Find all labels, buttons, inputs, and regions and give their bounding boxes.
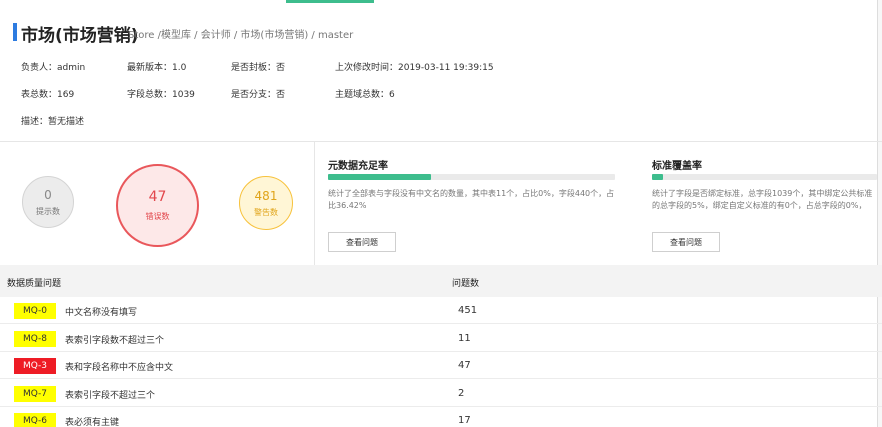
issue-description: 表必须有主键 — [65, 418, 120, 427]
owner-info: 负责人：admin — [21, 63, 86, 73]
last-modified-info: 上次修改时间：2019-03-11 19:39:15 — [335, 63, 494, 73]
standard-coverage-title: 标准覆盖率 — [652, 161, 702, 172]
hint-count: 0 — [44, 187, 52, 202]
metadata-sufficiency-bar — [328, 174, 615, 180]
issue-description: 表和字段名称中不应含中文 — [65, 363, 174, 373]
issue-count: 451 — [458, 305, 478, 316]
issue-code-badge: MQ-3 — [14, 358, 56, 374]
page-title: 市场(市场营销) — [21, 26, 139, 46]
issue-description: 表索引字段数不超过三个 — [65, 335, 165, 346]
hint-label: 提示数 — [36, 206, 60, 216]
latest-version-info: 最新版本：1.0 — [127, 63, 187, 73]
error-count-circle: 47 错误数 — [116, 164, 199, 247]
issue-count: 11 — [458, 332, 471, 344]
view-standard-issues-button[interactable]: 查看问题 — [652, 232, 720, 252]
table-row[interactable]: MQ-7 表索引字段不超过三个 2 — [0, 380, 882, 407]
standard-coverage-description: 统计了字段是否绑定标准，总字段1039个，其中绑定公共标准的总字段的5%，绑定自… — [652, 189, 873, 210]
breadcrumb: Store /模型库 / 会计师 / 市场(市场营销) / master — [128, 30, 354, 41]
metadata-sufficiency-title: 元数据充足率 — [328, 161, 388, 172]
description-info: 描述：暂无描述 — [21, 117, 85, 127]
warning-count: 481 — [254, 188, 278, 203]
issue-count: 17 — [458, 415, 471, 426]
table-row[interactable]: MQ-8 表索引字段数不超过三个 11 — [0, 325, 882, 352]
topic-count-info: 主题域总数：6 — [335, 90, 395, 100]
table-count-info: 表总数：169 — [21, 90, 75, 100]
issue-count: 2 — [458, 387, 465, 399]
issue-code-badge: MQ-7 — [14, 385, 56, 402]
metadata-sufficiency-description: 统计了全部表与字段没有中文名的数量，其中表11个，占比0%，字段440个，占比3… — [328, 189, 615, 210]
standard-coverage-bar — [652, 174, 877, 180]
issue-table-header — [0, 265, 882, 297]
view-metadata-issues-button[interactable]: 查看问题 — [328, 232, 396, 252]
hint-count-circle: 0 提示数 — [22, 176, 74, 228]
field-count-info: 字段总数：1039 — [127, 90, 195, 100]
error-label: 错误数 — [145, 212, 170, 221]
sealed-info: 是否封板：否 — [231, 63, 286, 73]
quality-report-page: 市场(市场营销) Store /模型库 / 会计师 / 市场(市场营销) / m… — [0, 0, 882, 427]
column-header-count: 问题数 — [452, 279, 480, 289]
issue-description: 中文名称没有填写 — [65, 308, 138, 318]
warning-count-circle: 481 警告数 — [239, 176, 293, 230]
issue-code-badge: MQ-0 — [14, 303, 56, 319]
table-row[interactable]: MQ-0 中文名称没有填写 451 — [0, 297, 882, 324]
table-row[interactable]: MQ-6 表必须有主键 17 — [0, 407, 882, 427]
issue-code-badge: MQ-8 — [14, 330, 56, 347]
issue-code-badge: MQ-6 — [14, 413, 56, 427]
warning-label: 警告数 — [254, 207, 278, 217]
metadata-sufficiency-fill — [328, 174, 432, 180]
summary-divider — [314, 142, 315, 265]
error-count: 47 — [148, 189, 167, 205]
standard-coverage-fill — [652, 174, 664, 180]
issue-count: 47 — [458, 360, 471, 371]
active-tab-indicator — [286, 0, 374, 3]
title-marker — [13, 23, 17, 41]
table-row[interactable]: MQ-3 表和字段名称中不应含中文 47 — [0, 352, 882, 379]
branched-info: 是否分支：否 — [231, 90, 286, 100]
issue-description: 表索引字段不超过三个 — [65, 390, 156, 401]
section-divider — [0, 141, 882, 142]
column-header-issue: 数据质量问题 — [7, 279, 62, 289]
